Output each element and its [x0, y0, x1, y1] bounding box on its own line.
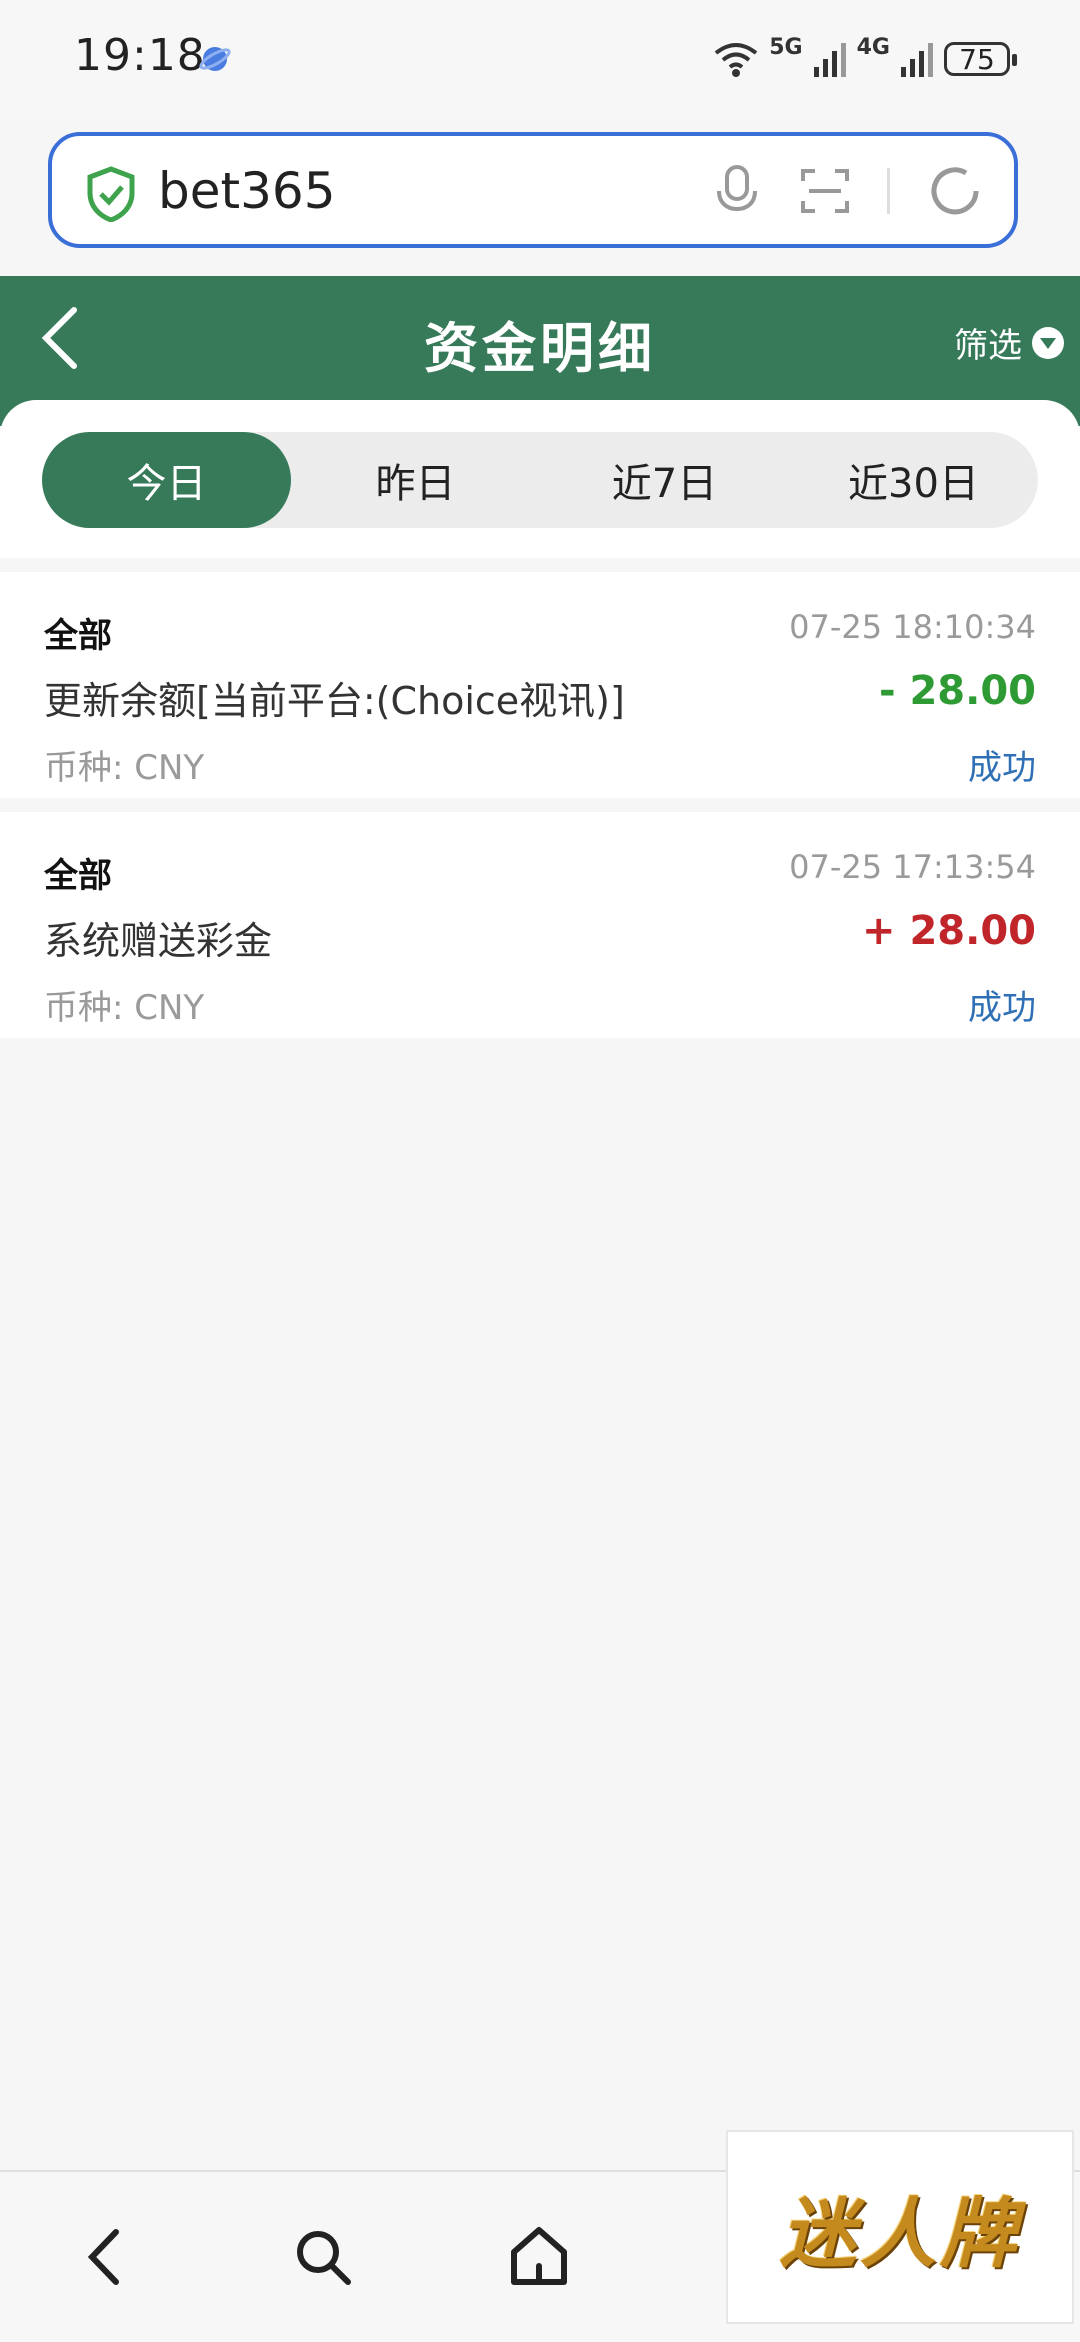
battery-icon: 75: [944, 42, 1017, 76]
record-currency: 币种: CNY: [44, 748, 205, 788]
filter-button[interactable]: 筛选: [954, 318, 1064, 367]
tab-today[interactable]: 今日: [42, 432, 291, 528]
record-description: 系统赠送彩金: [44, 919, 273, 963]
url-bar[interactable]: bet365: [48, 132, 1018, 248]
scan-icon[interactable]: [799, 165, 851, 217]
signal-icon-2: [901, 43, 933, 77]
status-time: 19:18: [74, 30, 206, 81]
record-status: 成功: [968, 748, 1036, 788]
home-icon[interactable]: [504, 2222, 574, 2292]
status-icons: 5G 4G 75: [713, 34, 1017, 84]
url-text[interactable]: bet365: [158, 162, 336, 220]
tab-yesterday[interactable]: 昨日: [291, 432, 540, 528]
filter-dropdown-icon: [1032, 326, 1064, 359]
network-4g-label: 4G: [856, 34, 890, 60]
page-title: 资金明细: [424, 317, 656, 380]
record-currency: 币种: CNY: [44, 988, 205, 1028]
nav-back-icon[interactable]: [72, 2222, 142, 2292]
record-category: 全部: [44, 856, 112, 896]
ad-banner[interactable]: 迷人牌: [726, 2130, 1074, 2324]
filter-label: 筛选: [954, 326, 1022, 366]
tab-last-30-days[interactable]: 近30日: [789, 432, 1038, 528]
secure-shield-icon: [87, 166, 135, 222]
wifi-icon: [715, 43, 758, 77]
record-amount: - 28.00: [878, 668, 1036, 714]
url-actions: [711, 162, 984, 220]
refresh-icon[interactable]: [926, 162, 984, 220]
date-range-panel: 今日 昨日 近7日 近30日: [0, 400, 1080, 558]
signal-icon: [813, 43, 846, 77]
record-status: 成功: [968, 988, 1036, 1028]
record-amount: + 28.00: [862, 908, 1036, 954]
tab-last-7-days[interactable]: 近7日: [540, 432, 789, 528]
list-item[interactable]: 全部 07-25 17:13:54 系统赠送彩金 + 28.00 币种: CNY…: [0, 812, 1080, 1038]
date-range-tabs: 今日 昨日 近7日 近30日: [42, 432, 1038, 528]
browser-planet-icon: [199, 47, 231, 71]
ad-logo-text: 迷人牌: [780, 2189, 1020, 2278]
record-time: 07-25 18:10:34: [789, 608, 1036, 646]
list-item[interactable]: 全部 07-25 18:10:34 更新余额[当前平台:(Choice视讯)] …: [0, 572, 1080, 798]
record-category: 全部: [44, 616, 112, 656]
microphone-icon[interactable]: [711, 163, 763, 219]
status-bar: 19:18 5G 4G 75: [0, 0, 1080, 120]
record-time: 07-25 17:13:54: [789, 848, 1036, 886]
search-icon[interactable]: [288, 2222, 358, 2292]
network-5g-label: 5G: [769, 34, 803, 60]
record-description: 更新余额[当前平台:(Choice视讯)]: [44, 679, 625, 723]
url-divider: [887, 168, 890, 214]
